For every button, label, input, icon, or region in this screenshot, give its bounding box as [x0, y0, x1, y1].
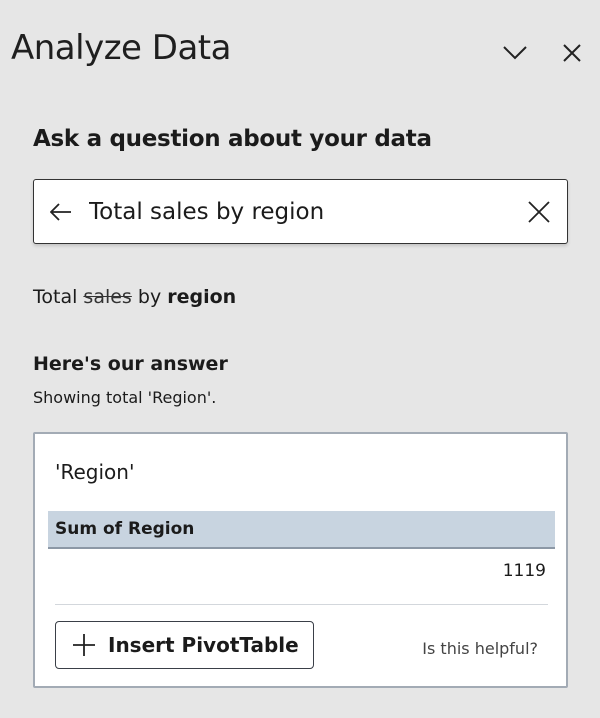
arrow-left-icon: [50, 203, 71, 221]
chevron-down-icon: [503, 46, 527, 60]
column-header: Sum of Region: [48, 511, 555, 549]
collapse-button[interactable]: [498, 38, 532, 68]
card-title: 'Region': [55, 460, 135, 484]
table-cell-value: 1119: [502, 561, 546, 581]
interp-word: by: [137, 286, 162, 308]
insert-pivottable-button[interactable]: Insert PivotTable: [55, 621, 314, 669]
interp-matched-field: region: [167, 286, 237, 308]
divider: [55, 604, 548, 605]
close-pane-button[interactable]: [556, 38, 588, 68]
close-icon: [528, 201, 550, 223]
interp-word: Total: [33, 286, 78, 308]
plus-icon: [73, 634, 95, 656]
back-button[interactable]: [46, 198, 76, 226]
clear-button[interactable]: [524, 198, 554, 226]
question-input[interactable]: [89, 194, 509, 230]
close-icon: [563, 44, 581, 62]
insert-pivottable-label: Insert PivotTable: [108, 633, 299, 657]
feedback-link[interactable]: Is this helpful?: [422, 639, 538, 658]
pane-title: Analyze Data: [11, 28, 231, 68]
interp-ignored-word: sales: [83, 286, 132, 308]
question-heading: Ask a question about your data: [33, 126, 432, 152]
question-box[interactable]: [33, 179, 568, 244]
query-interpretation: Total sales by region: [33, 286, 236, 308]
answer-heading: Here's our answer: [33, 353, 228, 375]
answer-subtitle: Showing total 'Region'.: [33, 388, 217, 407]
answer-card: 'Region' Sum of Region 1119 Insert Pivot…: [33, 432, 568, 688]
